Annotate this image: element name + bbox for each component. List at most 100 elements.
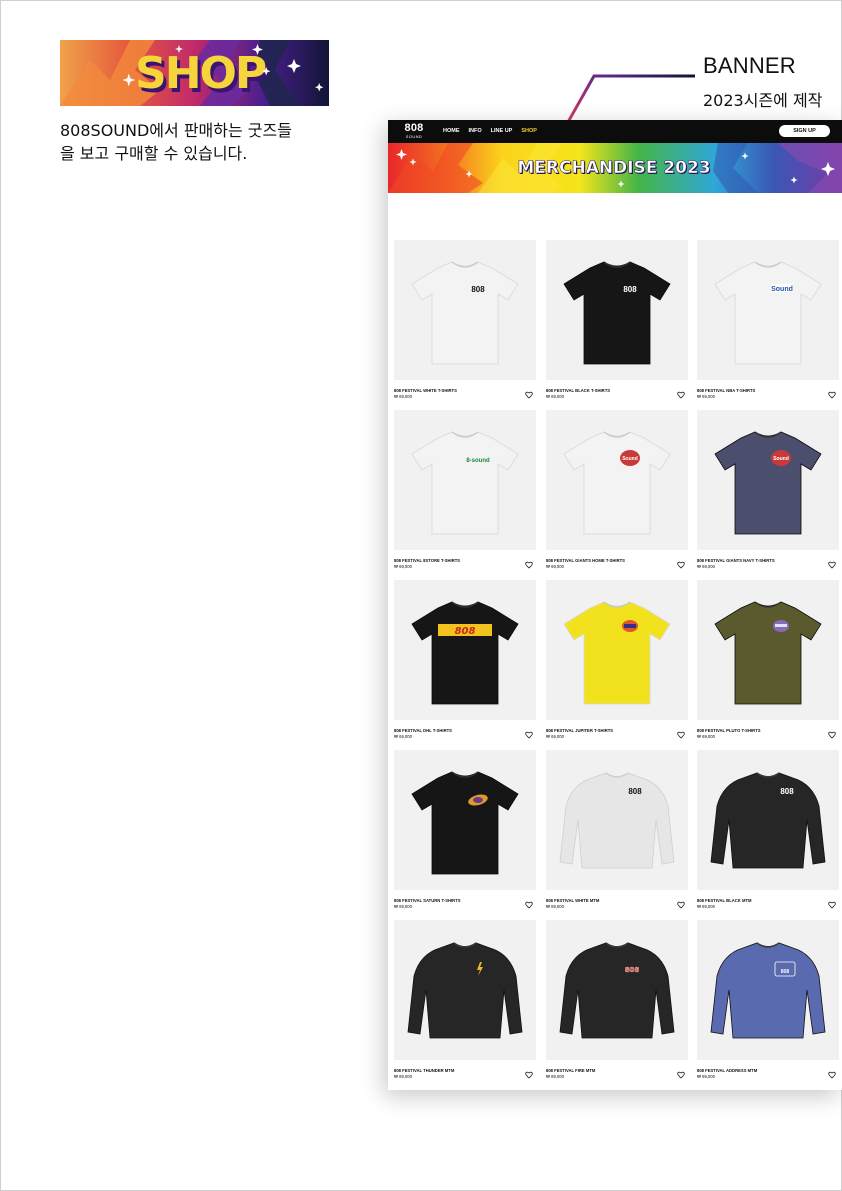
product-card[interactable]: 808 808 FESTIVAL DHL T-SHIRTS ₩ 69,000 <box>394 580 536 740</box>
nav-home[interactable]: HOME <box>443 128 460 134</box>
product-name[interactable]: 808 FESTIVAL FIRE MTM <box>546 1068 595 1073</box>
heart-icon[interactable] <box>677 386 685 399</box>
product-price: ₩ 69,000 <box>546 394 564 399</box>
heart-icon[interactable] <box>525 896 533 909</box>
product-card[interactable]: 808 808 FESTIVAL WHITE MTM ₩ 89,000 <box>546 750 688 910</box>
heart-icon[interactable] <box>677 1066 685 1079</box>
svg-text:Sound: Sound <box>773 456 789 462</box>
product-price: ₩ 69,000 <box>394 734 412 739</box>
product-card[interactable]: 808 808 FESTIVAL BLACK T-SHIRTS ₩ 69,000 <box>546 240 688 400</box>
product-card[interactable]: Sound 808 FESTIVAL GIANTS NAVY T-SHIRTS ₩ … <box>697 410 839 570</box>
top-navbar: 808 SOUND HOME INFO LINE UP SHOP SIGN UP <box>388 120 842 143</box>
product-name[interactable]: 808 FESTIVAL THUNDER MTM <box>394 1068 454 1073</box>
shop-badge-text: SHOP <box>135 48 266 99</box>
nav-shop[interactable]: SHOP <box>521 128 537 134</box>
product-card[interactable]: 808 FESTIVAL THUNDER MTM ₩ 89,000 <box>394 920 536 1080</box>
site-logo[interactable]: 808 SOUND <box>402 123 426 140</box>
product-image[interactable]: Sound <box>546 410 688 550</box>
product-image[interactable]: 808 <box>546 240 688 380</box>
product-card[interactable]: 808 FESTIVAL PLUTO T-SHIRTS ₩ 69,000 <box>697 580 839 740</box>
product-image[interactable] <box>546 580 688 720</box>
product-name[interactable]: 808 FESTIVAL DHL T-SHIRTS <box>394 728 452 733</box>
product-image[interactable]: Sound <box>697 410 839 550</box>
heart-icon[interactable] <box>525 726 533 739</box>
product-card[interactable]: 808 808 FESTIVAL BLACK MTM ₩ 89,000 <box>697 750 839 910</box>
product-price: ₩ 89,000 <box>697 1074 715 1079</box>
heart-icon[interactable] <box>828 386 836 399</box>
heart-icon[interactable] <box>525 1066 533 1079</box>
shop-badge: SHOP SHOP <box>60 40 329 106</box>
product-image[interactable]: 8-sound <box>394 410 536 550</box>
product-image[interactable]: 808 <box>394 240 536 380</box>
banner-art: MERCHANDISE 2023 MERCHANDISE 2023 <box>388 143 842 193</box>
merchandise-banner: MERCHANDISE 2023 MERCHANDISE 2023 <box>388 143 842 193</box>
svg-text:808: 808 <box>781 969 790 975</box>
product-image[interactable]: Sound <box>697 240 839 380</box>
product-price: ₩ 69,000 <box>394 564 412 569</box>
product-image[interactable]: 808 <box>546 750 688 890</box>
svg-text:808: 808 <box>623 285 637 294</box>
svg-text:808: 808 <box>780 787 794 796</box>
annotation-title: BANNER <box>703 53 796 78</box>
product-name[interactable]: 808 FESTIVAL 8STORE T-SHIRTS <box>394 558 460 563</box>
product-price: ₩ 69,000 <box>394 904 412 909</box>
product-name[interactable]: 808 FESTIVAL WHITE T-SHIRTS <box>394 388 457 393</box>
shop-description-line1: 808SOUND에서 판매하는 굿즈들 <box>60 121 292 140</box>
product-card[interactable]: 808 FESTIVAL SATURN T-SHIRTS ₩ 69,000 <box>394 750 536 910</box>
product-image[interactable] <box>394 750 536 890</box>
heart-icon[interactable] <box>828 896 836 909</box>
svg-text:808: 808 <box>455 626 476 637</box>
product-price: ₩ 69,000 <box>697 734 715 739</box>
nav-info[interactable]: INFO <box>469 128 482 134</box>
product-image[interactable]: 808 <box>546 920 688 1060</box>
product-name[interactable]: 808 FESTIVAL PLUTO T-SHIRTS <box>697 728 761 733</box>
heart-icon[interactable] <box>677 556 685 569</box>
product-price: ₩ 89,000 <box>546 1074 564 1079</box>
product-image[interactable] <box>394 920 536 1060</box>
nav-line-up[interactable]: LINE UP <box>491 128 513 134</box>
product-name[interactable]: 808 FESTIVAL JUPITER T-SHIRTS <box>546 728 613 733</box>
svg-text:808: 808 <box>628 787 642 796</box>
product-card[interactable]: 808 808 FESTIVAL ADDRESS MTM ₩ 89,000 <box>697 920 839 1080</box>
heart-icon[interactable] <box>828 1066 836 1079</box>
product-price: ₩ 69,000 <box>546 734 564 739</box>
product-name[interactable]: 808 FESTIVAL GIANTS NAVY T-SHIRTS <box>697 558 775 563</box>
product-name[interactable]: 808 FESTIVAL WHITE MTM <box>546 898 599 903</box>
product-name[interactable]: 808 FESTIVAL SATURN T-SHIRTS <box>394 898 461 903</box>
product-card[interactable]: 808 808 FESTIVAL WHITE T-SHIRTS ₩ 69,000 <box>394 240 536 400</box>
svg-text:Sound: Sound <box>771 286 793 293</box>
heart-icon[interactable] <box>828 726 836 739</box>
product-image[interactable] <box>697 580 839 720</box>
product-card[interactable]: 808 FESTIVAL JUPITER T-SHIRTS ₩ 69,000 <box>546 580 688 740</box>
product-image[interactable]: 808 <box>697 750 839 890</box>
product-name[interactable]: 808 FESTIVAL NBA T-SHIRTS <box>697 388 755 393</box>
product-card[interactable]: Sound 808 FESTIVAL NBA T-SHIRTS ₩ 69,000 <box>697 240 839 400</box>
product-image[interactable]: 808 <box>394 580 536 720</box>
heart-icon[interactable] <box>525 386 533 399</box>
product-image[interactable]: 808 <box>697 920 839 1060</box>
shop-description-line2: 을 보고 구매할 수 있습니다. <box>60 144 248 163</box>
product-card[interactable]: 8-sound 808 FESTIVAL 8STORE T-SHIRTS ₩ 69,… <box>394 410 536 570</box>
product-price: ₩ 89,000 <box>697 904 715 909</box>
logo-sub: SOUND <box>405 134 423 139</box>
sign-up-button[interactable]: SIGN UP <box>779 125 830 137</box>
product-price: ₩ 69,000 <box>697 394 715 399</box>
svg-text:Sound: Sound <box>622 456 638 462</box>
product-name[interactable]: 808 FESTIVAL GIANTS HOME T-SHIRTS <box>546 558 625 563</box>
product-price: ₩ 69,000 <box>546 564 564 569</box>
shop-page-mockup: 808 SOUND HOME INFO LINE UP SHOP SIGN UP <box>388 120 842 1090</box>
product-name[interactable]: 808 FESTIVAL ADDRESS MTM <box>697 1068 757 1073</box>
svg-text:8-sound: 8-sound <box>466 458 490 464</box>
product-name[interactable]: 808 FESTIVAL BLACK T-SHIRTS <box>546 388 610 393</box>
product-card[interactable]: 808 808 FESTIVAL FIRE MTM ₩ 89,000 <box>546 920 688 1080</box>
shop-badge-art: SHOP SHOP <box>60 40 329 106</box>
banner-title: MERCHANDISE 2023 <box>517 158 710 178</box>
heart-icon[interactable] <box>677 726 685 739</box>
product-price: ₩ 89,000 <box>546 904 564 909</box>
heart-icon[interactable] <box>525 556 533 569</box>
heart-icon[interactable] <box>828 556 836 569</box>
product-card[interactable]: Sound 808 FESTIVAL GIANTS HOME T-SHIRTS ₩ … <box>546 410 688 570</box>
product-name[interactable]: 808 FESTIVAL BLACK MTM <box>697 898 752 903</box>
product-price: ₩ 69,000 <box>394 394 412 399</box>
heart-icon[interactable] <box>677 896 685 909</box>
